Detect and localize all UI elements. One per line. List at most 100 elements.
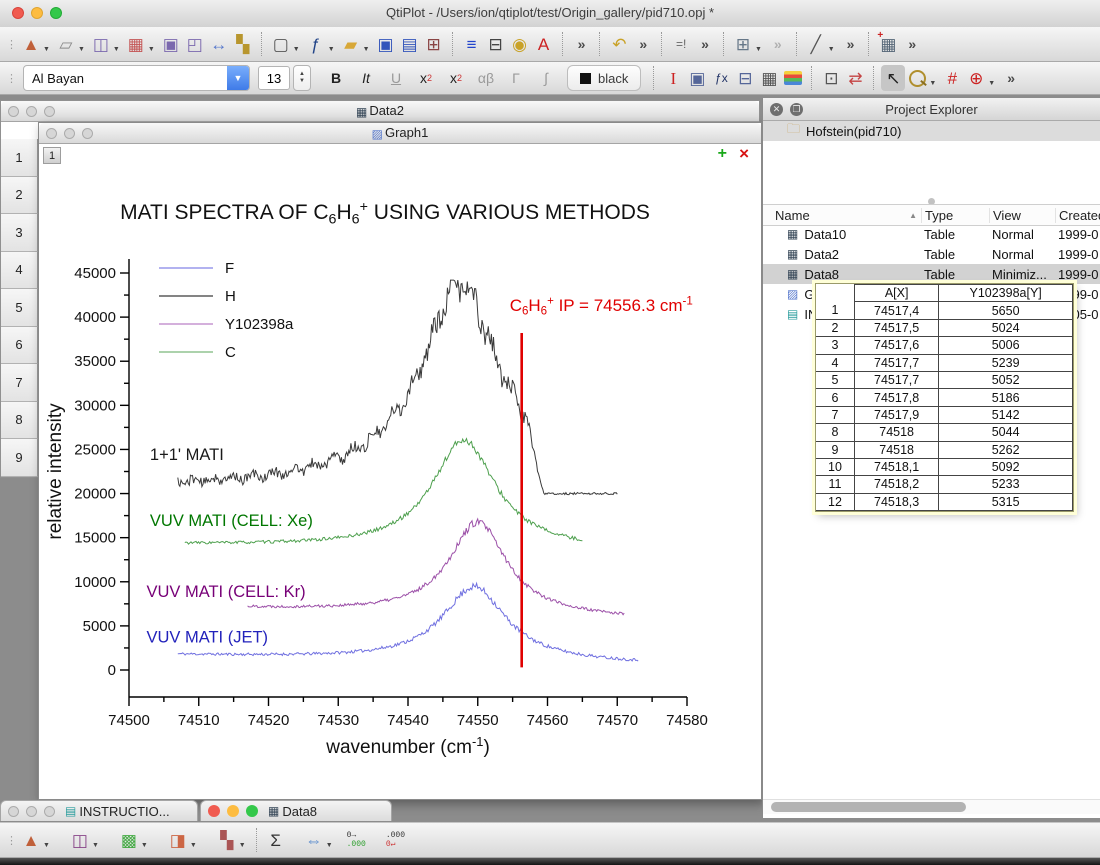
dropdown-arrow-icon[interactable]: ▼ [43, 46, 50, 53]
plot-image-icon[interactable]: ◨ [166, 827, 190, 853]
dropdown-arrow-icon[interactable]: ▼ [929, 80, 936, 87]
greek-button[interactable]: αβ [471, 66, 501, 90]
horizontal-scrollbar[interactable] [763, 799, 1100, 814]
dropdown-arrow-icon[interactable]: ▼ [113, 46, 120, 53]
data8-min-window[interactable]: ▦ Data8 [200, 800, 392, 821]
table-row-header[interactable]: 4 [1, 252, 38, 290]
subscript-button[interactable]: x2 [441, 66, 471, 90]
draw-line-icon[interactable]: ╱ [804, 31, 828, 57]
swap-axes-icon[interactable]: ⇄ [843, 65, 867, 91]
bold-button[interactable]: B [321, 66, 351, 90]
window-close-icon[interactable] [8, 806, 19, 817]
overflow-chevron-icon[interactable]: » [578, 36, 586, 52]
table-row-header[interactable]: 2 [1, 177, 38, 215]
overflow-chevron-icon[interactable]: » [774, 36, 782, 52]
plot-3d-bars-bottom-icon[interactable]: ◫ [68, 827, 92, 853]
data2-titlebar[interactable]: ▦Data2 [1, 101, 759, 122]
ip-annotation[interactable]: C6H6+ IP = 74556.3 cm-1 [510, 296, 693, 318]
toolbar-drag-handle[interactable]: ⋮ [6, 834, 15, 847]
plot-parallelogram-icon[interactable]: ▱ [54, 31, 78, 57]
math-symbols-button[interactable]: ∫ [531, 66, 561, 90]
pointer-tool-icon[interactable]: ↖ [881, 65, 905, 91]
overflow-chevron-icon[interactable]: » [847, 36, 855, 52]
window-maximize-icon[interactable] [246, 805, 258, 817]
dropdown-arrow-icon[interactable]: ▼ [828, 46, 835, 53]
new-function-plot-icon[interactable]: ƒ [304, 31, 328, 57]
undo-icon[interactable]: ↶ [607, 31, 631, 57]
duplicate-window-icon[interactable]: ≡ [460, 31, 484, 57]
series-H[interactable] [178, 280, 618, 495]
curve-label[interactable]: VUV MATI (CELL: Xe) [150, 512, 313, 530]
dropdown-arrow-icon[interactable]: ▼ [239, 842, 246, 849]
save-project-icon[interactable]: ▣ [374, 31, 398, 57]
axes-frame-icon[interactable]: ◰ [183, 31, 207, 57]
font-size-stepper[interactable]: ▲▼ [293, 65, 311, 91]
color-map-icon[interactable] [781, 65, 805, 91]
add-legend-icon[interactable]: ⊟ [733, 65, 757, 91]
rescale-axes-icon[interactable]: ⊡ [819, 65, 843, 91]
print-icon[interactable]: ⊟ [484, 31, 508, 57]
box-frame-icon[interactable]: ▣ [159, 31, 183, 57]
explorer-item-data2[interactable]: ▦Data2TableNormal1999-0 [763, 244, 1100, 264]
table-row-header[interactable]: 8 [1, 402, 38, 440]
curve-label[interactable]: VUV MATI (CELL: Kr) [146, 583, 305, 601]
curve-label[interactable]: VUV MATI (JET) [146, 629, 268, 647]
explorer-column-header[interactable]: Name ▲ Type View Created [763, 204, 1100, 226]
overflow-chevron-icon[interactable]: » [639, 36, 647, 52]
dropdown-arrow-icon[interactable]: ▼ [988, 80, 995, 87]
new-project-icon[interactable]: ▢ [269, 31, 293, 57]
scrollbar-thumb[interactable] [771, 802, 966, 812]
overflow-chevron-icon[interactable]: » [908, 36, 916, 52]
add-layer-icon[interactable]: ⊞ [731, 31, 755, 57]
dropdown-arrow-icon[interactable]: ▼ [148, 46, 155, 53]
window-minimize-icon[interactable] [26, 806, 37, 817]
font-select[interactable]: Al Bayan ▼ [23, 65, 250, 91]
dropdown-arrow-icon[interactable]: ▼ [755, 46, 762, 53]
zoom-tool-icon[interactable] [905, 65, 929, 91]
graph1-window[interactable]: ▨Graph1 1 + × 05000100001500020000250003… [38, 122, 762, 800]
add-table-widget-icon[interactable]: ▦ [757, 65, 781, 91]
increase-precision-icon[interactable]: 0→.000 [347, 831, 366, 849]
table-row-header[interactable]: 3 [1, 214, 38, 252]
table-row-header[interactable]: 1 [1, 139, 38, 177]
select-range-icon[interactable]: ⊕ [964, 65, 988, 91]
dropdown-arrow-icon[interactable]: ▼ [328, 46, 335, 53]
plot-matrix-icon[interactable]: ▩ [117, 827, 141, 853]
toolbar-drag-handle[interactable]: ⋮ [6, 38, 15, 51]
sum-column-icon[interactable]: Σ [264, 827, 288, 853]
plot-3d-grid-icon[interactable]: ▦ [124, 31, 148, 57]
table-row-header[interactable]: 9 [1, 439, 38, 477]
text-color-button[interactable]: black [567, 65, 641, 91]
print-preview-icon[interactable]: ◉ [508, 31, 532, 57]
dropdown-arrow-icon[interactable]: ▼ [363, 46, 370, 53]
table-row-header[interactable]: 7 [1, 364, 38, 402]
add-table-icon[interactable]: ▦+ [876, 31, 900, 57]
dropdown-arrow-icon[interactable]: ▼ [293, 46, 300, 53]
window-minimize-icon[interactable] [227, 805, 239, 817]
toolbar-drag-handle[interactable]: ⋮ [6, 72, 15, 85]
underline-button[interactable]: U [381, 66, 411, 90]
explorer-item-data8[interactable]: ▦Data8TableMinimiz...1999-0 [763, 264, 1100, 284]
column-view[interactable]: View [989, 208, 1055, 223]
overflow-chevron-icon[interactable]: » [1007, 70, 1015, 86]
plot-3d-ribbons-icon[interactable]: ▚ [231, 31, 255, 57]
plot-3d-surface-bottom-icon[interactable]: ▲ [19, 827, 43, 853]
add-function-curve-icon[interactable]: ƒx [709, 65, 733, 91]
window-maximize-icon[interactable] [44, 806, 55, 817]
dropdown-arrow-icon[interactable]: ▼ [92, 842, 99, 849]
column-name[interactable]: Name [775, 208, 810, 223]
window-close-icon[interactable] [208, 805, 220, 817]
chevron-down-icon[interactable]: ▼ [227, 66, 249, 90]
fit-window-icon[interactable]: ↔ [207, 31, 231, 57]
explorer-item-data10[interactable]: ▦Data10TableNormal1999-0 [763, 224, 1100, 244]
align-layers-icon[interactable]: =! [669, 31, 693, 57]
uppercase-greek-button[interactable]: Γ [501, 66, 531, 90]
curve-label[interactable]: 1+1' MATI [150, 446, 224, 464]
superscript-button[interactable]: x2 [411, 66, 441, 90]
plot-3d-ribbons-bottom-icon[interactable]: ▚ [215, 827, 239, 853]
chart-legend[interactable]: FHY102398aC [159, 260, 294, 361]
italic-button[interactable]: It [351, 66, 381, 90]
import-ascii-icon[interactable]: ⊞ [422, 31, 446, 57]
table-row-header[interactable]: 6 [1, 327, 38, 365]
dropdown-arrow-icon[interactable]: ▼ [141, 842, 148, 849]
